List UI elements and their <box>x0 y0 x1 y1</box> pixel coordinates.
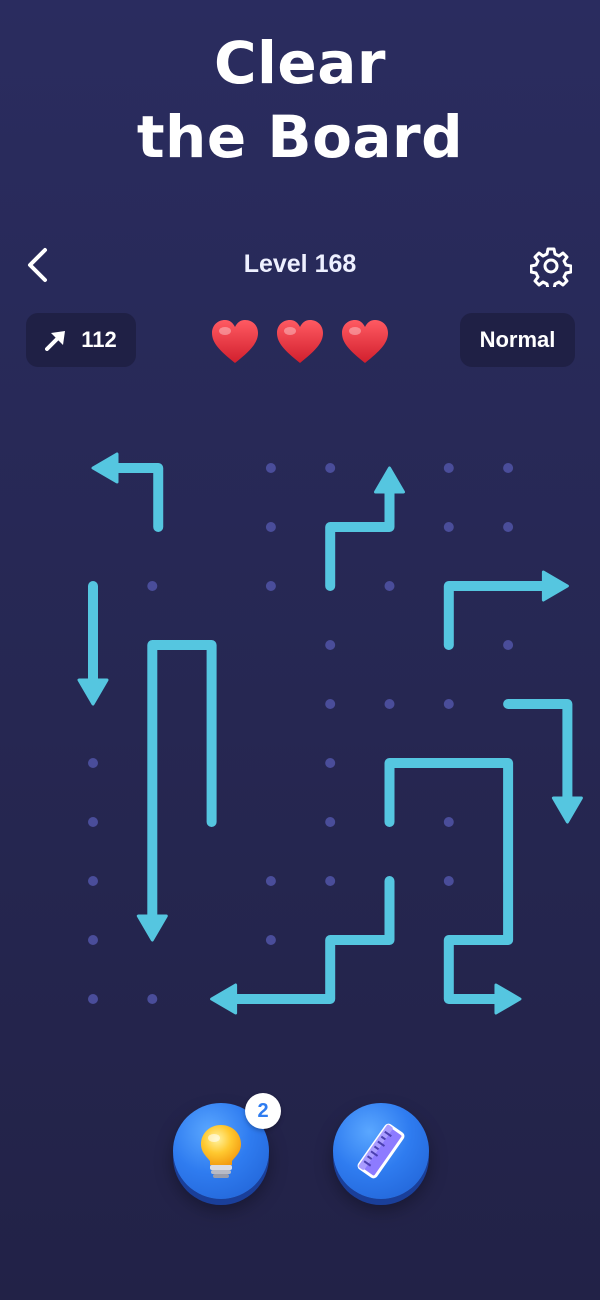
lightbulb-icon <box>201 1125 241 1178</box>
grid-dot <box>325 876 336 886</box>
level-label: Level 168 <box>243 250 357 278</box>
arrow[interactable] <box>325 466 405 591</box>
grid-dot <box>265 876 276 886</box>
grid-dot <box>88 876 98 886</box>
gear-icon <box>530 247 572 287</box>
grid-dot <box>384 581 395 591</box>
arrow-icon <box>45 329 67 351</box>
arrow[interactable] <box>136 640 217 942</box>
grid-dot <box>325 699 336 709</box>
arrow-body <box>110 463 164 532</box>
arrow-body <box>147 640 217 923</box>
grid-dot <box>503 522 514 532</box>
arrow-head <box>136 914 168 942</box>
arrow[interactable] <box>77 581 109 706</box>
grid-dot <box>147 994 158 1004</box>
grid-dot <box>325 817 336 827</box>
grid-dot <box>88 758 98 768</box>
title-line-1: Clear <box>213 29 387 97</box>
arrow[interactable] <box>210 876 395 1015</box>
arrow-head <box>541 570 569 602</box>
heart-icon <box>210 319 260 365</box>
grid-dot <box>503 640 514 650</box>
grid-dot <box>265 935 276 945</box>
grid-dot <box>325 758 336 768</box>
arrow-body <box>503 699 573 805</box>
hint-button[interactable]: 2 <box>173 1093 281 1199</box>
grid-dot <box>88 817 98 827</box>
arrow-head <box>551 796 583 824</box>
hint-count-badge: 2 <box>245 1093 281 1129</box>
grid-dot <box>265 463 276 473</box>
arrow[interactable] <box>443 570 569 650</box>
game-title: Clear the Board <box>0 26 600 174</box>
lives <box>210 316 390 368</box>
ruler-button[interactable] <box>333 1103 429 1199</box>
grid-dot <box>88 935 98 945</box>
grid-dot <box>443 522 454 532</box>
grid-dot <box>147 581 158 591</box>
arrow-head <box>91 452 119 484</box>
arrow[interactable] <box>91 452 164 532</box>
arrow-body <box>228 876 395 1004</box>
grid-dot <box>88 994 98 1004</box>
arrow-head <box>374 466 405 494</box>
grid-dot <box>265 522 276 532</box>
arrow-body <box>325 485 395 591</box>
grid-dot <box>443 876 454 886</box>
grid-dot <box>443 463 454 473</box>
ruler-icon <box>357 1123 405 1179</box>
arrow[interactable] <box>384 758 522 1015</box>
grid-dot <box>265 581 276 591</box>
arrow[interactable] <box>503 699 583 824</box>
game-board[interactable] <box>0 400 600 1060</box>
mode-label: Normal <box>479 327 556 352</box>
moves-counter: 112 <box>26 313 136 367</box>
arrow-head <box>77 678 109 706</box>
title-line-2: the Board <box>136 103 464 171</box>
grid-dot <box>325 463 336 473</box>
moves-count: 112 <box>81 327 117 352</box>
difficulty-mode-button[interactable]: Normal <box>460 313 575 367</box>
arrow-head <box>210 983 238 1015</box>
heart-icon <box>340 319 390 365</box>
grid-dot <box>443 817 454 827</box>
arrow-body <box>443 581 551 650</box>
grid-dot <box>325 640 336 650</box>
grid-dot <box>443 699 454 709</box>
settings-button[interactable] <box>528 243 574 289</box>
heart-icon <box>275 319 325 365</box>
grid-dot <box>384 699 395 709</box>
grid-dot <box>503 463 514 473</box>
arrow-head <box>494 983 522 1015</box>
